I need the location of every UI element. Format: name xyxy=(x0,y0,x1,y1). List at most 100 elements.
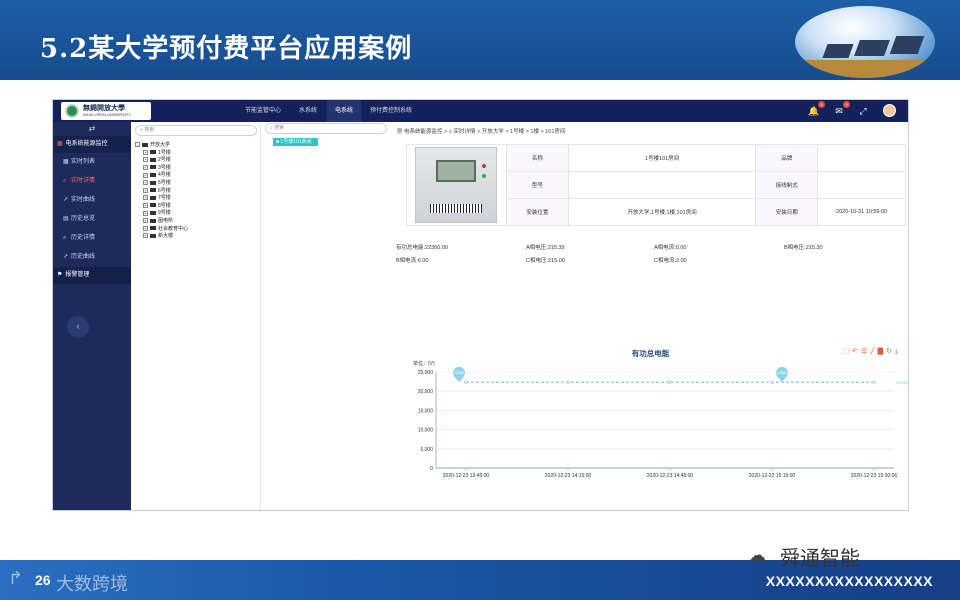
breadcrumb-item[interactable]: 实时详情 xyxy=(453,129,475,135)
sidebar-item-alarm[interactable]: ⚑ 报警管理 xyxy=(53,267,131,284)
room-search-placeholder: 搜索 xyxy=(274,125,285,131)
folder-icon xyxy=(150,233,156,238)
expand-icon[interactable]: + xyxy=(143,149,148,155)
bell-icon[interactable]: 🔔 3 xyxy=(808,101,825,117)
expand-icon[interactable]: + xyxy=(143,210,148,216)
slide-title: 5.2某大学预付费平台应用案例 xyxy=(40,34,413,64)
nav-water-system[interactable]: 水系统 xyxy=(293,100,323,122)
curve-icon: ↗ xyxy=(63,197,69,203)
nav-prepaid-control[interactable]: 预付费控制系统 xyxy=(365,100,417,122)
tree-node-root[interactable]: - 开放大学 xyxy=(135,142,188,150)
folder-icon xyxy=(150,188,156,193)
location-value: 开放大学,1号楼,1楼,101房间 xyxy=(567,198,757,226)
brand-label: 品牌 xyxy=(755,144,819,172)
tree-node[interactable]: + 图电所 xyxy=(135,218,188,226)
breadcrumb-item[interactable]: 开放大学 xyxy=(482,129,504,135)
university-logo[interactable]: 無錫開放大學 WUXI OPEN UNIVERSITY xyxy=(61,102,151,120)
avatar[interactable] xyxy=(883,104,896,117)
nav-energy-center[interactable]: 节能监管中心 xyxy=(243,100,283,122)
watermark-logo-icon: ↱ xyxy=(8,568,24,588)
zoom-icon[interactable]: ⬚ xyxy=(843,348,853,355)
nav-electric-system[interactable]: 电系统 xyxy=(327,100,361,122)
energy-line-chart[interactable]: 单位：(V) 0 5,000 10,000 15,000 20,000 25,000 2020… xyxy=(391,358,909,488)
expand-icon[interactable]: + xyxy=(143,202,148,208)
y-tick-label: 0 xyxy=(430,466,433,472)
y-tick-label: 5,000 xyxy=(420,447,433,453)
tree-node-label: 8号楼 xyxy=(158,202,171,209)
calendar-icon: ▤ xyxy=(63,216,69,222)
search-icon: ⌕ xyxy=(63,235,67,241)
folder-icon xyxy=(150,180,156,185)
room-search-input[interactable]: ⌕ 搜索 xyxy=(265,123,387,134)
page-number: 26 xyxy=(35,572,51,588)
tree-node[interactable]: +9号楼 xyxy=(135,210,188,218)
expand-icon[interactable]: + xyxy=(143,157,148,163)
x-tick-label: 2020-12-23 15:30:06 xyxy=(851,473,898,479)
markline-label: 22360.00 xyxy=(896,380,909,385)
search-icon: ⌕ xyxy=(448,129,452,135)
tree-node[interactable]: + 社会教育中心 xyxy=(135,226,188,234)
tree-node[interactable]: +2号楼 xyxy=(135,157,188,165)
sidebar-item-realtime-curve[interactable]: ↗ 实时曲线 xyxy=(53,191,131,210)
model-value xyxy=(567,171,757,199)
tree-node[interactable]: + 新大楼 xyxy=(135,233,188,241)
list-icon: ▦ xyxy=(63,159,69,165)
folder-icon xyxy=(150,203,156,208)
reading-c-current: C相电流:2.00 xyxy=(654,258,687,264)
y-tick-label: 15,000 xyxy=(418,408,434,414)
breadcrumb-item[interactable]: 电系统能源监控 xyxy=(404,129,443,135)
tree-node-label: 4号楼 xyxy=(158,172,171,179)
expand-icon[interactable]: + xyxy=(143,225,148,231)
tree-node[interactable]: +4号楼 xyxy=(135,172,188,180)
logo-emblem-icon xyxy=(65,104,79,118)
room-item-selected[interactable]: ■ 1号楼101房间 xyxy=(273,138,318,146)
tree-node[interactable]: +5号楼 xyxy=(135,180,188,188)
expand-icon[interactable]: + xyxy=(143,195,148,201)
data-view-icon[interactable]: ☰ xyxy=(861,348,870,355)
breadcrumb: ▦ 电系统能源监控 > ⌕ 实时详情 > 开放大学 > 1号楼 > 1楼 > 1… xyxy=(397,129,566,135)
breadcrumb-item[interactable]: 1楼 xyxy=(530,129,539,135)
tree-node[interactable]: +7号楼 xyxy=(135,195,188,203)
download-icon[interactable]: ⤓ xyxy=(895,348,901,355)
model-label: 型号 xyxy=(505,171,569,199)
expand-icon[interactable]: + xyxy=(143,164,148,170)
tree-node-label: 7号楼 xyxy=(158,195,171,202)
collapse-chevron-icon[interactable]: ‹ xyxy=(67,316,89,338)
bar-icon[interactable]: ▇ xyxy=(878,348,886,355)
markpoint-label: 22360 xyxy=(454,371,465,375)
expand-icon[interactable]: + xyxy=(143,233,148,239)
folder-icon xyxy=(150,226,156,231)
sidebar-item-realtime-detail[interactable]: ⌕ 实时详情 xyxy=(53,172,131,191)
top-navbar: 無錫開放大學 WUXI OPEN UNIVERSITY 节能监管中心 水系统 电… xyxy=(53,100,908,122)
breadcrumb-item[interactable]: 101房间 xyxy=(545,129,565,135)
data-point xyxy=(770,380,774,384)
mail-icon[interactable]: ✉ 3 xyxy=(833,101,850,117)
breadcrumb-item[interactable]: 1号楼 xyxy=(510,129,524,135)
sidebar-item-realtime-list[interactable]: ▦ 实时列表 xyxy=(53,153,131,172)
zoom-reset-icon[interactable]: ↶ xyxy=(852,348,861,355)
y-tick-label: 20,000 xyxy=(418,389,434,395)
chart-toolbox: ⬚↶☰╱▇↻⤓ xyxy=(843,347,901,356)
tree-node-label: 新大楼 xyxy=(158,233,174,240)
tree-search-input[interactable]: ⌕ 搜索 xyxy=(135,125,257,136)
sidebar-item-label: 实时曲线 xyxy=(71,197,96,203)
markpoint-label: 22360 xyxy=(777,371,788,375)
sidebar-item-history-overview[interactable]: ▤ 历史总览 xyxy=(53,210,131,229)
reading-total-energy: 有功总电能:22360.00 xyxy=(396,245,448,251)
line-icon[interactable]: ╱ xyxy=(870,348,877,355)
sidebar-item-history-curve[interactable]: ↗ 历史曲线 xyxy=(53,248,131,267)
expand-icon[interactable]: + xyxy=(143,218,148,224)
reading-b-current: B相电流:6.00 xyxy=(396,258,429,264)
sidebar-item-history-detail[interactable]: ⌕ 历史详情 xyxy=(53,229,131,248)
collapse-icon[interactable]: - xyxy=(135,142,140,148)
expand-icon[interactable]: + xyxy=(143,172,148,178)
brand-value xyxy=(817,144,906,172)
fullscreen-icon[interactable]: ⤢ xyxy=(857,105,869,117)
expand-icon[interactable]: + xyxy=(143,180,148,186)
data-point xyxy=(668,380,672,384)
restore-icon[interactable]: ↻ xyxy=(886,348,895,355)
sidebar-group-electric[interactable]: ▦ 电系统能源监控 xyxy=(53,136,131,153)
sidebar-toggle-icon[interactable]: ⇄ xyxy=(53,122,131,136)
expand-icon[interactable]: + xyxy=(143,187,148,193)
sidebar-item-label: 实时详情 xyxy=(71,178,96,184)
